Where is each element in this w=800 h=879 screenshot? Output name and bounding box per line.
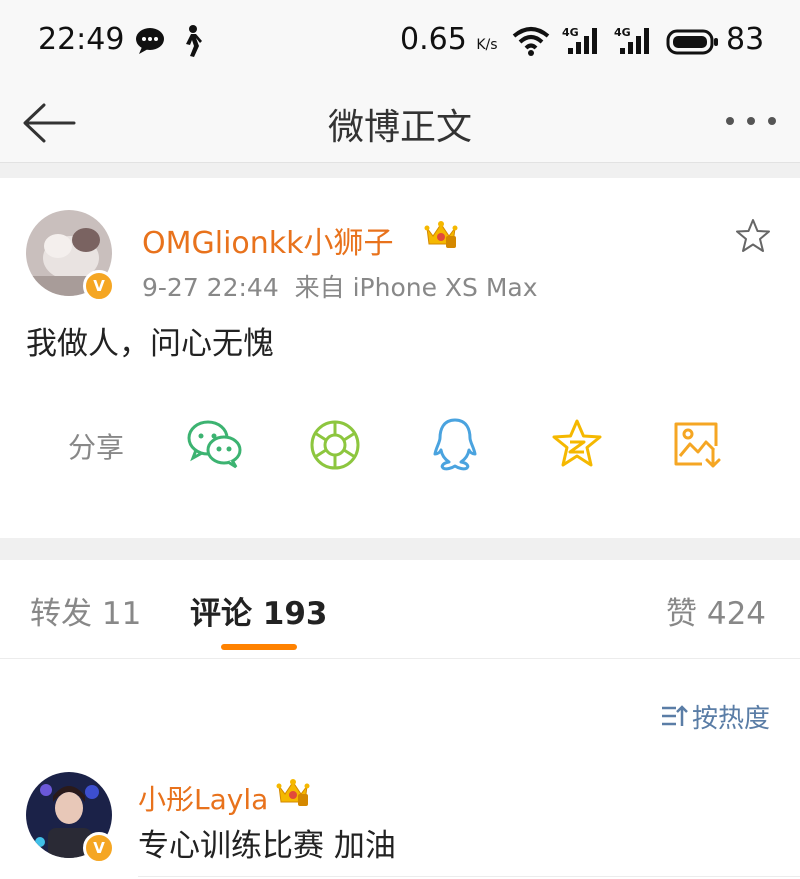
tab-comments[interactable]: 评论 193	[190, 588, 328, 633]
section-separator	[0, 538, 800, 560]
section-separator	[0, 163, 800, 178]
more-options-icon[interactable]	[724, 106, 780, 136]
comment-item: V 小彤Layla 专心训练比赛 加油	[0, 770, 800, 879]
sort-icon	[660, 704, 688, 732]
battery-percent: 83	[726, 22, 765, 57]
verified-badge-icon: V	[83, 270, 115, 302]
tab-reposts[interactable]: 转发 11	[30, 588, 141, 633]
cellular-signal-1-icon: 4G	[562, 24, 602, 60]
network-speed: 0.65 K/s	[400, 22, 498, 57]
signal-1-label: 4G	[562, 26, 579, 39]
wechat-icon[interactable]	[186, 418, 244, 474]
walking-icon	[178, 24, 204, 62]
signal-2-label: 4G	[614, 26, 631, 39]
active-tab-indicator	[221, 644, 297, 650]
tab-bar: 转发 11 评论 193 赞 424	[0, 560, 800, 658]
network-speed-unit: K/s	[476, 37, 498, 53]
tab-divider	[0, 658, 800, 659]
comment-divider	[138, 876, 800, 877]
chat-bubble-icon	[134, 26, 166, 60]
comment-author[interactable]: 小彤Layla	[138, 778, 268, 818]
tab-likes[interactable]: 赞 424	[666, 588, 766, 633]
post-text: 我做人，问心无愧	[26, 326, 274, 362]
favorite-star-icon[interactable]	[734, 218, 772, 258]
save-image-icon[interactable]	[672, 418, 724, 474]
vip-crown-icon	[424, 218, 458, 256]
post-meta: 9-27 22:44 来自 iPhone XS Max	[142, 268, 538, 304]
post-timestamp: 9-27 22:44	[142, 273, 279, 302]
wifi-icon	[512, 26, 550, 60]
qq-icon[interactable]	[430, 416, 480, 478]
sort-label: 按热度	[692, 704, 771, 734]
nav-bar: 微博正文	[0, 84, 800, 162]
post-card: V OMGlionkk小狮子 9-27 22:44 来自 iPhone XS M…	[0, 178, 800, 538]
post-author-name[interactable]: OMGlionkk小狮子	[142, 218, 394, 262]
wechat-moments-icon[interactable]	[308, 418, 362, 476]
page-title: 微博正文	[327, 107, 472, 148]
status-bar: 22:49 0.65 K/s 4G 4G 83	[0, 0, 800, 84]
post-source: 来自 iPhone XS Max	[294, 273, 538, 302]
qzone-icon[interactable]	[550, 418, 604, 474]
comment-verified-badge-icon: V	[83, 832, 115, 864]
battery-icon	[666, 28, 720, 60]
share-label: 分享	[68, 431, 125, 464]
comment-text: 专心训练比赛 加油	[138, 828, 396, 864]
status-time: 22:49	[38, 22, 125, 57]
network-speed-value: 0.65	[400, 22, 467, 57]
comment-vip-crown-icon	[276, 776, 310, 814]
cellular-signal-2-icon: 4G	[614, 24, 654, 60]
